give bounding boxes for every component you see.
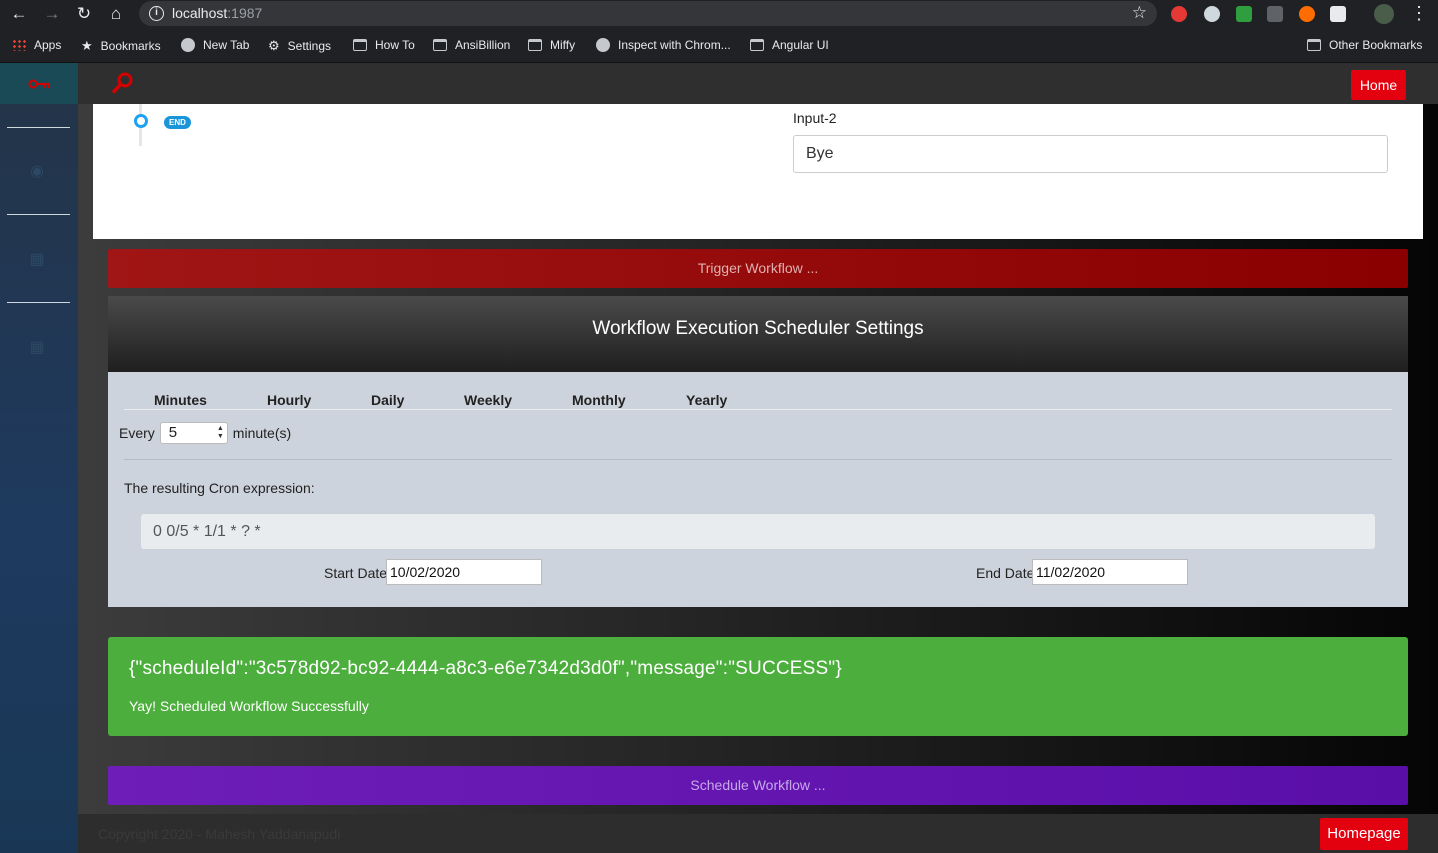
lock-icon[interactable]: ◉ (28, 161, 46, 180)
start-date-input[interactable]: 10/02/2020 (386, 559, 542, 585)
bookmark-how-to[interactable]: How To (353, 38, 415, 52)
sidebar: ◉ ▦ ▦ (0, 63, 78, 853)
tab-minutes[interactable]: Minutes (154, 392, 207, 408)
start-date-label: Start Date (324, 565, 388, 581)
schedule-response: {"scheduleId":"3c578d92-bc92-4444-a8c3-e… (129, 658, 842, 679)
bookmark-inspect[interactable]: Inspect with Chrom... (596, 38, 731, 52)
image-icon[interactable]: ▦ (28, 337, 46, 356)
bookmark-apps[interactable]: Apps (12, 38, 61, 52)
home-icon[interactable]: ⌂ (105, 3, 127, 25)
tab-daily[interactable]: Daily (371, 392, 404, 408)
home-button[interactable]: Home (1351, 70, 1406, 100)
folder-icon (353, 39, 367, 51)
footer: Copyright 2020 - Mahesh Yaddanapudi Home… (78, 814, 1438, 853)
image-icon[interactable]: ▦ (28, 249, 46, 268)
tab-monthly[interactable]: Monthly (572, 392, 626, 408)
stepper-arrows-icon[interactable]: ▲ ▼ (217, 425, 224, 441)
globe-icon (181, 38, 195, 52)
unit-label: minute(s) (232, 425, 292, 441)
input-2-label: Input-2 (793, 110, 837, 126)
homepage-button[interactable]: Homepage (1320, 818, 1408, 850)
timeline-node[interactable] (134, 114, 148, 128)
every-label: Every (119, 425, 155, 441)
search-icon[interactable] (112, 72, 134, 94)
minutes-value: 5 (168, 424, 178, 441)
extension-icon[interactable] (1204, 6, 1220, 22)
bookmark-miffy[interactable]: Miffy (528, 38, 575, 52)
address-bar[interactable]: i localhost:1987 ☆ (139, 1, 1157, 26)
bookmark-new-tab[interactable]: New Tab (181, 38, 249, 52)
cron-label: The resulting Cron expression: (124, 480, 315, 496)
menu-icon[interactable]: ⋮ (1410, 3, 1428, 24)
extension-icon[interactable] (1267, 6, 1283, 22)
extension-icon[interactable] (1299, 6, 1315, 22)
tab-hourly[interactable]: Hourly (267, 392, 311, 408)
trigger-workflow-button[interactable]: Trigger Workflow ... (108, 249, 1408, 288)
bookmark-other[interactable]: Other Bookmarks (1307, 38, 1422, 52)
bookmark-bookmarks[interactable]: ★ Bookmarks (81, 38, 161, 54)
bookmark-settings[interactable]: ⚙ Settings (268, 38, 331, 54)
back-icon[interactable]: ← (8, 3, 30, 25)
folder-icon (750, 39, 764, 51)
sidebar-divider (7, 214, 70, 215)
gear-icon: ⚙ (268, 38, 280, 53)
extension-icon[interactable] (1330, 6, 1346, 22)
sidebar-divider (7, 127, 70, 128)
divider (124, 459, 1392, 460)
folder-icon (433, 39, 447, 51)
bookmark-star-icon[interactable]: ☆ (1132, 3, 1147, 23)
scheduler-title: Workflow Execution Scheduler Settings (108, 296, 1408, 372)
extension-icon[interactable] (1171, 6, 1187, 22)
minutes-stepper[interactable]: 5 ▲ ▼ (159, 422, 228, 444)
info-icon[interactable]: i (149, 6, 164, 21)
tab-weekly[interactable]: Weekly (464, 392, 512, 408)
every-row: Every 5 ▲ ▼ minute(s) (119, 422, 291, 444)
reload-icon[interactable]: ↻ (73, 3, 95, 25)
bookmark-angular-ui[interactable]: Angular UI (750, 38, 829, 52)
bookmark-ansibillion[interactable]: AnsiBillion (433, 38, 510, 52)
url-text: localhost:1987 (172, 5, 263, 21)
folder-icon (528, 39, 542, 51)
folder-icon (1307, 39, 1321, 51)
sidebar-divider (7, 302, 70, 303)
input-2-field[interactable]: Bye (793, 135, 1388, 173)
globe-icon (596, 38, 610, 52)
end-date-input[interactable]: 11/02/2020 (1032, 559, 1188, 585)
copyright-text: Copyright 2020 - Mahesh Yaddanapudi (98, 826, 341, 842)
tab-yearly[interactable]: Yearly (686, 392, 727, 408)
workflow-preview-card: END Input-2 Bye (93, 104, 1423, 239)
bookmarks-bar: Apps ★ Bookmarks New Tab ⚙ Settings How To… (0, 28, 1438, 63)
main-content: END Input-2 Bye Trigger Workflow ... Wor… (78, 104, 1438, 814)
browser-toolbar: ← → ↻ ⌂ i localhost:1987 ☆ ⋮ (0, 0, 1438, 28)
success-alert: {"scheduleId":"3c578d92-bc92-4444-a8c3-e… (108, 637, 1408, 736)
avatar[interactable] (1374, 4, 1394, 24)
cron-expression-field: 0 0/5 * 1/1 * ? * (141, 514, 1375, 549)
forward-icon[interactable]: → (41, 3, 63, 25)
end-badge: END (164, 116, 191, 129)
cors-extension-icon[interactable] (1236, 6, 1252, 22)
success-message: Yay! Scheduled Workflow Successfully (129, 698, 369, 714)
frequency-tabs: Minutes Hourly Daily Weekly Monthly Year… (124, 390, 1392, 410)
app-topbar: Home (78, 63, 1438, 104)
schedule-workflow-button[interactable]: Schedule Workflow ... (108, 766, 1408, 805)
scheduler-panel: Minutes Hourly Daily Weekly Monthly Year… (108, 372, 1408, 607)
key-logo-icon[interactable] (0, 63, 78, 104)
apps-icon (12, 39, 26, 51)
end-date-label: End Date (976, 565, 1035, 581)
